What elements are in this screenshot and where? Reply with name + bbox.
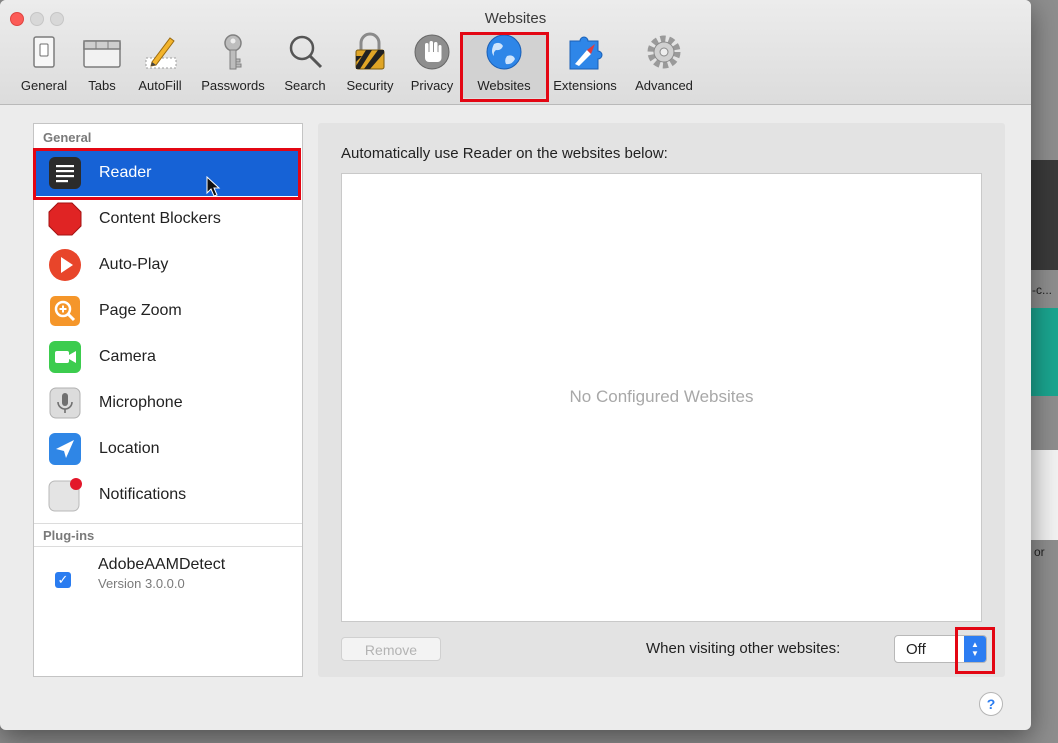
toolbar-label: Security (346, 78, 394, 93)
background-text: or (1034, 545, 1045, 559)
tabs-icon (83, 40, 121, 68)
sidebar: General Reader Content Blockers Auto-Pla (33, 123, 303, 677)
toolbar-label: Tabs (88, 78, 116, 93)
panel-heading: Automatically use Reader on the websites… (341, 145, 668, 162)
annotation-highlight-reader (33, 148, 301, 200)
sidebar-item-label: Microphone (99, 394, 183, 411)
plugin-name: AdobeAAMDetect (98, 556, 226, 573)
stop-sign-icon (48, 202, 82, 236)
sidebar-item-label: Location (99, 440, 160, 457)
toolbar-label: Search (284, 78, 326, 93)
microphone-icon (49, 387, 81, 419)
magnifier-icon (289, 35, 323, 69)
toolbar-label: Extensions (553, 78, 617, 93)
sidebar-item-location[interactable]: Location (35, 426, 301, 472)
toolbar-autofill[interactable]: AutoFill (130, 32, 190, 98)
toolbar-extensions[interactable]: Extensions (548, 32, 622, 98)
annotation-highlight-websites (460, 32, 549, 102)
sidebar-item-auto-play[interactable]: Auto-Play (35, 242, 301, 288)
sidebar-item-label: Content Blockers (99, 210, 221, 227)
toolbar-security[interactable]: Security (338, 32, 402, 98)
background-fragment (1031, 160, 1058, 270)
plugin-adobeaamdetect[interactable]: ✓ AdobeAAMDetect Version 3.0.0.0 (35, 554, 301, 604)
lock-icon (355, 32, 385, 70)
toolbar-general[interactable]: General (14, 32, 74, 98)
sidebar-item-microphone[interactable]: Microphone (35, 380, 301, 426)
window-title: Websites (484, 10, 547, 27)
general-switch-icon (33, 36, 55, 68)
annotation-highlight-select (955, 627, 995, 674)
toolbar-label: Passwords (201, 78, 265, 93)
toolbar-advanced[interactable]: Advanced (626, 32, 702, 98)
camera-icon (49, 341, 81, 373)
toolbar-privacy[interactable]: Privacy (406, 32, 458, 98)
select-value: Off (906, 641, 926, 658)
sidebar-item-label: Auto-Play (99, 256, 169, 273)
sidebar-item-label: Notifications (99, 486, 187, 503)
remove-button[interactable]: Remove (341, 637, 441, 661)
location-arrow-icon (49, 433, 81, 465)
toolbar-label: Privacy (410, 78, 454, 93)
compass-puzzle-icon (569, 36, 603, 70)
sidebar-item-label: Page Zoom (99, 302, 182, 319)
configured-websites-list[interactable]: No Configured Websites (341, 173, 982, 622)
background-fragment (1031, 308, 1058, 396)
empty-list-text: No Configured Websites (569, 387, 754, 406)
other-websites-label: When visiting other websites: (646, 640, 841, 657)
reader-settings-panel: Automatically use Reader on the websites… (318, 123, 1005, 677)
mouse-cursor-icon (206, 176, 221, 197)
sidebar-item-label: Camera (99, 348, 156, 365)
autofill-pencil-icon (145, 37, 177, 69)
toolbar-label: AutoFill (138, 78, 182, 93)
sidebar-item-page-zoom[interactable]: Page Zoom (35, 288, 301, 334)
gear-icon (647, 35, 681, 69)
toolbar-passwords[interactable]: Passwords (196, 32, 270, 98)
sidebar-section-general: General (43, 130, 92, 145)
sidebar-item-content-blockers[interactable]: Content Blockers (35, 196, 301, 242)
sidebar-item-notifications[interactable]: Notifications (35, 472, 301, 518)
background-fragment (1031, 450, 1058, 540)
background-text: -c... (1032, 283, 1052, 297)
help-button[interactable]: ? (979, 692, 1003, 716)
toolbar-label: General (20, 78, 68, 93)
sidebar-section-plugins: Plug-ins (34, 523, 302, 547)
toolbar-label: Advanced (635, 78, 693, 93)
toolbar-tabs[interactable]: Tabs (80, 32, 124, 98)
preferences-window: Websites General Tabs AutoFill Passwords… (0, 0, 1031, 730)
sidebar-item-camera[interactable]: Camera (35, 334, 301, 380)
hand-icon (414, 34, 450, 70)
notifications-icon (48, 478, 82, 512)
plugin-enabled-checkbox[interactable]: ✓ (55, 572, 71, 588)
plugin-version: Version 3.0.0.0 (98, 576, 185, 591)
key-icon (224, 34, 242, 70)
zoom-icon (50, 296, 80, 326)
toolbar-search[interactable]: Search (278, 32, 332, 98)
play-icon (49, 249, 81, 281)
